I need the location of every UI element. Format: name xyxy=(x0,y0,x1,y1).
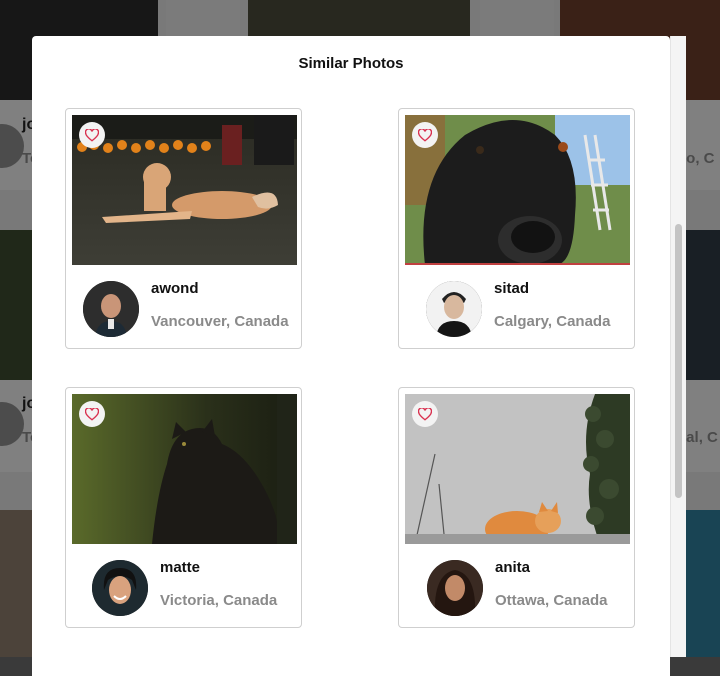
heart-outline-icon xyxy=(418,128,432,142)
similar-photos-modal: Similar Photos awond Vancouver, Canada s… xyxy=(32,36,670,676)
scrollbar-thumb[interactable] xyxy=(675,224,682,498)
user-name[interactable]: anita xyxy=(495,559,530,576)
favorite-button[interactable] xyxy=(412,401,438,427)
modal-scrollbar[interactable] xyxy=(670,36,686,657)
user-location: Vancouver, Canada xyxy=(151,313,289,330)
photo-image[interactable] xyxy=(72,394,297,544)
photo-card[interactable]: sitad Calgary, Canada xyxy=(398,108,635,349)
heart-outline-icon xyxy=(418,407,432,421)
heart-outline-icon xyxy=(85,407,99,421)
avatar[interactable] xyxy=(427,560,483,616)
photo-image[interactable] xyxy=(72,115,297,265)
photo-image[interactable] xyxy=(405,115,630,265)
photo-card[interactable]: anita Ottawa, Canada xyxy=(398,387,635,628)
user-name[interactable]: matte xyxy=(160,559,200,576)
favorite-button[interactable] xyxy=(79,122,105,148)
photo-image[interactable] xyxy=(405,394,630,544)
user-location: Ottawa, Canada xyxy=(495,592,608,609)
heart-outline-icon xyxy=(85,128,99,142)
favorite-button[interactable] xyxy=(79,401,105,427)
avatar[interactable] xyxy=(92,560,148,616)
photo-card[interactable]: matte Victoria, Canada xyxy=(65,387,302,628)
user-location: Victoria, Canada xyxy=(160,592,278,609)
avatar[interactable] xyxy=(83,281,139,337)
user-location: Calgary, Canada xyxy=(494,313,611,330)
avatar[interactable] xyxy=(426,281,482,337)
favorite-button[interactable] xyxy=(412,122,438,148)
modal-title: Similar Photos xyxy=(298,55,404,72)
user-name[interactable]: sitad xyxy=(494,280,529,297)
photo-card[interactable]: awond Vancouver, Canada xyxy=(65,108,302,349)
user-name[interactable]: awond xyxy=(151,280,199,297)
